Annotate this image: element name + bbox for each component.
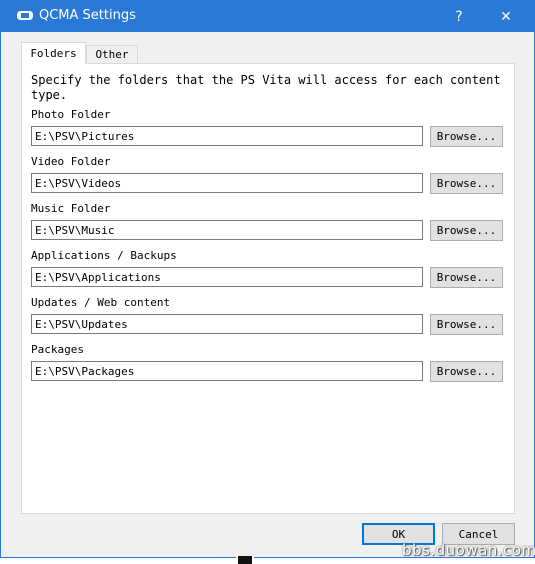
applications-folder-label: Applications / Backups	[31, 249, 177, 262]
applications-browse-button[interactable]: Browse...	[430, 267, 503, 288]
window-title: QCMA Settings	[39, 8, 136, 23]
watermark: bbs.duowan.com	[402, 541, 535, 559]
help-button[interactable]: ?	[439, 1, 479, 32]
app-icon	[17, 11, 33, 20]
applications-folder-input[interactable]	[31, 267, 423, 287]
photo-folder-label: Photo Folder	[31, 108, 111, 121]
photo-browse-button[interactable]: Browse...	[430, 126, 503, 147]
updates-folder-input[interactable]	[31, 314, 423, 334]
close-button[interactable]: ✕	[486, 1, 526, 32]
title-bar[interactable]: QCMA Settings ? ✕	[1, 1, 534, 32]
music-browse-button[interactable]: Browse...	[430, 220, 503, 241]
folders-panel: Specify the folders that the PS Vita wil…	[21, 63, 515, 514]
packages-browse-button[interactable]: Browse...	[430, 361, 503, 382]
music-folder-input[interactable]	[31, 220, 423, 240]
updates-browse-button[interactable]: Browse...	[430, 314, 503, 335]
music-folder-label: Music Folder	[31, 202, 111, 215]
description-text: Specify the folders that the PS Vita wil…	[31, 73, 501, 102]
taskbar-fragment	[236, 556, 254, 564]
video-browse-button[interactable]: Browse...	[430, 173, 503, 194]
video-folder-input[interactable]	[31, 173, 423, 193]
video-folder-label: Video Folder	[31, 155, 111, 168]
tab-other[interactable]: Other	[86, 45, 138, 63]
packages-folder-input[interactable]	[31, 361, 423, 381]
tab-folders[interactable]: Folders	[21, 42, 86, 64]
updates-folder-label: Updates / Web content	[31, 296, 171, 309]
packages-folder-label: Packages	[31, 343, 84, 356]
photo-folder-input[interactable]	[31, 126, 423, 146]
settings-window: QCMA Settings ? ✕ Folders Other Specify …	[0, 0, 535, 558]
